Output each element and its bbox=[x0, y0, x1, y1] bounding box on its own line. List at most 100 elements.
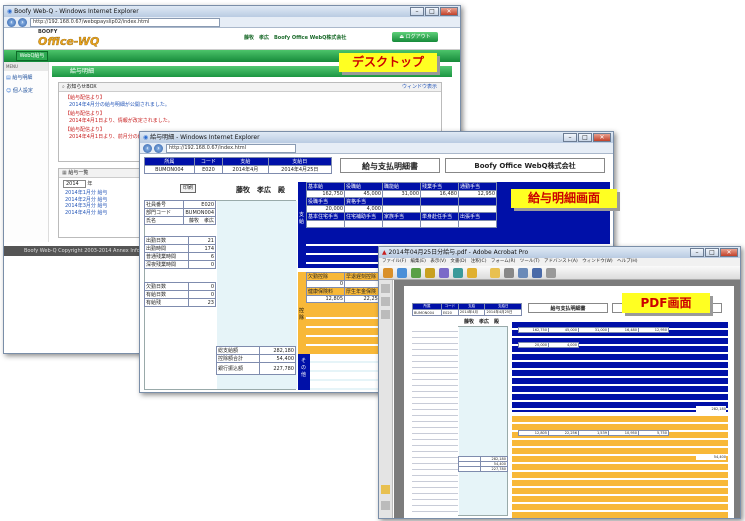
header-label: 支給日 bbox=[267, 157, 333, 166]
close-button[interactable]: ✕ bbox=[593, 133, 611, 142]
pdf-menu-bar: ファイル(F) 編集(E) 表示(V) 文書(D) 注釈(C) フォーム(R) … bbox=[379, 258, 740, 266]
back-icon[interactable]: ‹ bbox=[143, 144, 152, 153]
window-display-link[interactable]: ウィンドウ表示 bbox=[402, 83, 437, 92]
table-row: 出勤日数 21 bbox=[144, 236, 216, 245]
minimize-button[interactable]: – bbox=[563, 133, 577, 142]
bookmarks-icon[interactable] bbox=[381, 297, 390, 306]
section-sonota: その他 bbox=[301, 358, 307, 378]
menu-item[interactable]: ヘルプ(H) bbox=[617, 259, 637, 264]
detail-address-bar: ‹ › http://192.168.0.67/index.html bbox=[140, 143, 613, 154]
close-button[interactable]: ✕ bbox=[720, 248, 738, 257]
pdf-deduct-values: 12,805 22,256 1,539 10,950 5,750 bbox=[518, 430, 669, 436]
minimize-button[interactable]: – bbox=[410, 7, 424, 16]
menu-item[interactable]: ツール(T) bbox=[520, 259, 540, 264]
label-desktop: デスクトップ bbox=[339, 53, 437, 72]
menu-item[interactable]: ファイル(F) bbox=[382, 259, 406, 264]
sign-icon[interactable] bbox=[438, 268, 449, 278]
comments-icon[interactable] bbox=[381, 485, 390, 494]
menu-item[interactable]: ウィンドウ(W) bbox=[582, 259, 612, 264]
minimize-button[interactable]: – bbox=[690, 248, 704, 257]
year-select[interactable]: 2014 bbox=[63, 180, 86, 188]
pages-icon[interactable] bbox=[381, 284, 390, 293]
menu-item[interactable]: フォーム(R) bbox=[491, 259, 516, 264]
tab-webq-kyuyo[interactable]: WebQ給与 bbox=[16, 51, 48, 61]
attachments-icon[interactable] bbox=[381, 501, 390, 510]
notice-box-title: お知らせBOX bbox=[66, 84, 97, 90]
close-button[interactable]: ✕ bbox=[440, 7, 458, 16]
menu-item[interactable]: 表示(V) bbox=[430, 259, 446, 264]
person-icon: ☺ bbox=[6, 88, 12, 94]
attendance-table: 出勤日数 21 出勤時間 174 普通残業時間 6 深夜残業時間 0 bbox=[144, 236, 216, 269]
zoom-icon[interactable] bbox=[546, 268, 557, 278]
folder-icon[interactable] bbox=[490, 268, 501, 278]
tab-label: WebQ給与 bbox=[19, 53, 45, 59]
combine-icon[interactable] bbox=[396, 268, 407, 278]
table-row: 欠勤日数 0 bbox=[144, 282, 216, 291]
pdf-left-grid bbox=[412, 326, 458, 516]
pdf-viewer-window: ▲ 2014年04月25日分給与.pdf - Adobe Acrobat Pro… bbox=[378, 246, 741, 519]
document-icon: ▤ bbox=[6, 75, 11, 81]
table-row: 総支給額 282,180 bbox=[216, 346, 297, 355]
section-title: 給与明細 bbox=[70, 68, 95, 75]
leave-table: 欠勤日数 0 有給日数 0 有給残 23 bbox=[144, 282, 216, 307]
table-row: 控除額合計 54,400 bbox=[216, 354, 297, 363]
sidebar-item-kojin-settei[interactable]: ☺ 個人設定 bbox=[4, 84, 48, 97]
ie-icon: ◉ bbox=[7, 8, 13, 15]
pdf-deduct-total: 54,400 bbox=[696, 454, 726, 460]
export-icon[interactable] bbox=[410, 268, 421, 278]
app-header: BOOFY Office-WQ 藤牧 孝広 Boofy Office WebQ株… bbox=[4, 28, 460, 50]
header-value: E020 bbox=[193, 165, 224, 174]
kyuyo-list-title: 給与一覧 bbox=[68, 170, 89, 176]
detail-window-title: 給与明細 - Windows Internet Explorer bbox=[150, 134, 260, 141]
pdf-pay-total: 282,180 bbox=[696, 406, 726, 412]
section-kojo: 控除 bbox=[299, 308, 305, 321]
logo: BOOFY Office-WQ bbox=[38, 29, 100, 48]
forward-icon[interactable]: › bbox=[154, 144, 163, 153]
kyuyo-list-header: ▦ 給与一覧 bbox=[59, 169, 141, 178]
save-icon[interactable] bbox=[532, 268, 543, 278]
maximize-button[interactable]: □ bbox=[705, 248, 719, 257]
review-icon[interactable] bbox=[466, 268, 477, 278]
secure-icon[interactable] bbox=[424, 268, 435, 278]
header-value: BUMON004 bbox=[144, 165, 195, 174]
notice-item[interactable]: 【給与配信より】 2014年4月分の給与明細が公開されました。 bbox=[65, 95, 435, 108]
employee-name: 藤牧 孝広 殿 bbox=[236, 186, 285, 194]
maximize-button[interactable]: □ bbox=[578, 133, 592, 142]
pdf-toolbar bbox=[379, 266, 740, 280]
sidebar: MENU ▤ 給与明細 ☺ 個人設定 bbox=[4, 62, 49, 242]
maximize-button[interactable]: □ bbox=[425, 7, 439, 16]
info-table: 社員番号 E020 部門コード BUMON004 氏名 藤牧 孝広 bbox=[143, 200, 216, 225]
user-info: 藤牧 孝広 Boofy Office WebQ株式会社 bbox=[244, 35, 347, 41]
pdf-header-table: 所属 コード 支給 支給日 BUMON004 E020 2014年4月 2014… bbox=[412, 303, 522, 316]
menu-item[interactable]: 注釈(C) bbox=[471, 259, 487, 264]
form-icon[interactable] bbox=[452, 268, 463, 278]
table-row: 有給残 23 bbox=[144, 298, 216, 307]
pdf-window-title: 2014年04月25日分給与.pdf - Adobe Acrobat Pro bbox=[388, 249, 529, 256]
label-detail: 給与明細画面 bbox=[511, 189, 617, 208]
print-button[interactable]: 印刷 bbox=[180, 184, 196, 193]
deduct-rows: 欠勤控除 早退遅刻控除 0 0 健康保険料 厚生年金保険 12,805 22,2… bbox=[306, 272, 383, 303]
month-link[interactable]: 2014年4月分 給与 bbox=[65, 210, 135, 217]
menu-item[interactable]: 編集(E) bbox=[411, 259, 426, 264]
signatures-icon[interactable] bbox=[381, 310, 390, 319]
menu-item[interactable]: 文書(D) bbox=[450, 259, 466, 264]
logout-button[interactable]: ⏏ ログアウト bbox=[392, 32, 438, 42]
doc-title: 給与支払明細書 bbox=[340, 158, 440, 173]
back-icon[interactable]: ‹ bbox=[7, 18, 16, 27]
create-pdf-icon[interactable] bbox=[383, 268, 393, 278]
table-row: 氏名 藤牧 孝広 bbox=[143, 216, 216, 225]
detail-header-table: 所属 コード 支給 支給日 BUMON004 E020 2014年4月 2014… bbox=[144, 157, 333, 174]
sidebar-item-kyuyo-meisai[interactable]: ▤ 給与明細 bbox=[4, 71, 48, 84]
table-row: 深夜残業時間 0 bbox=[144, 260, 216, 269]
acrobat-icon: ▲ bbox=[382, 249, 387, 256]
email-icon[interactable] bbox=[518, 268, 529, 278]
header-value: 2014年4月 bbox=[222, 165, 269, 174]
notice-body: 2014年4月1日より、情報が改定されました。 bbox=[69, 117, 173, 124]
menu-item[interactable]: アドバンスト(A) bbox=[544, 259, 578, 264]
detail-address-input[interactable]: http://192.168.0.67/index.html bbox=[166, 144, 296, 153]
forward-icon[interactable]: › bbox=[18, 18, 27, 27]
desktop-address-input[interactable]: http://192.168.0.67/webqpayslip02/index.… bbox=[30, 18, 220, 27]
notice-item[interactable]: 【給与配信より】 2014年4月1日より、情報が改定されました。 bbox=[65, 111, 435, 124]
notice-body: 2014年4月分の給与明細が公開されました。 bbox=[69, 101, 170, 108]
print-icon[interactable] bbox=[504, 268, 515, 278]
